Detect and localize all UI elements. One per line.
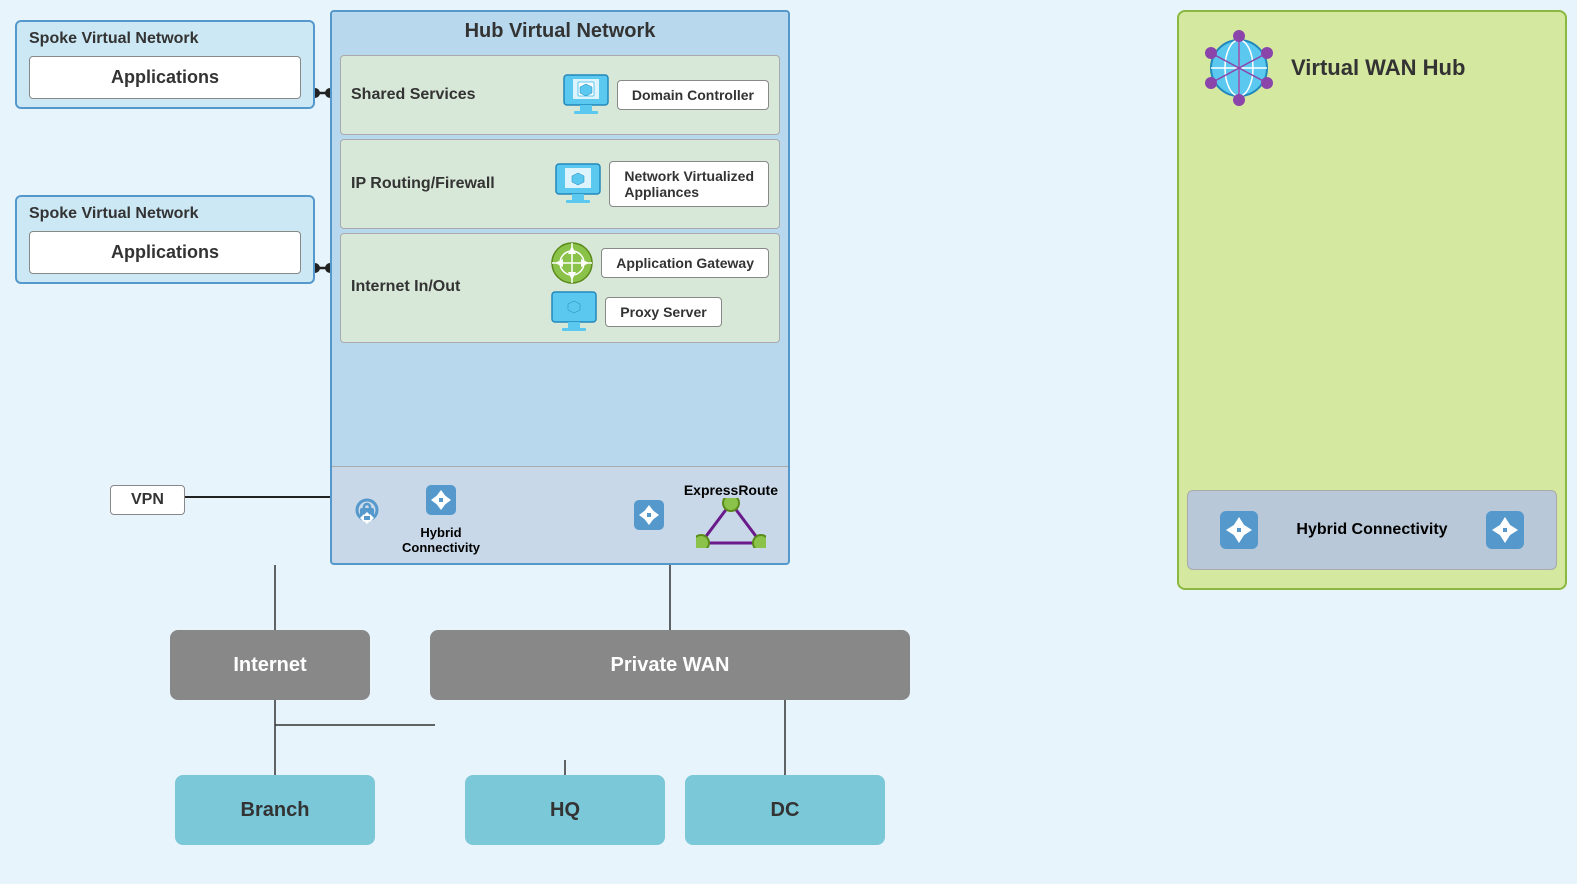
- vwan-title: Virtual WAN Hub: [1291, 55, 1465, 81]
- spoke1-app-label: Applications: [111, 67, 219, 87]
- vpn-label-box: VPN: [110, 485, 185, 515]
- private-wan-box: Private WAN: [430, 630, 910, 700]
- monitor-icon-2: [553, 162, 603, 206]
- expressroute-label: ExpressRoute: [684, 482, 778, 498]
- branch-label: Branch: [241, 799, 310, 822]
- vwan-hybrid-icon-right: [1478, 503, 1532, 557]
- dc-label: DC: [771, 799, 800, 822]
- spoke2-app-box: Applications: [29, 231, 301, 274]
- internet-inout-label: Internet In/Out: [351, 278, 545, 296]
- branch-node: Branch: [175, 775, 375, 845]
- spoke-network-1: Spoke Virtual Network Applications: [15, 20, 315, 109]
- expressroute-triangle: [696, 498, 766, 548]
- hybrid-conn-icon: [416, 475, 466, 525]
- hq-label: HQ: [550, 799, 580, 822]
- spoke2-app-label: Applications: [111, 242, 219, 262]
- dc-node: DC: [685, 775, 885, 845]
- proxy-server-item: Proxy Server: [605, 297, 721, 327]
- internet-box: Internet: [170, 630, 370, 700]
- app-gateway-icon: [549, 240, 595, 286]
- spoke2-title: Spoke Virtual Network: [29, 205, 301, 223]
- nva-label: Network VirtualizedAppliances: [624, 168, 754, 200]
- hub-title: Hub Virtual Network: [332, 12, 788, 51]
- nva-item: Network VirtualizedAppliances: [609, 161, 769, 207]
- proxy-server-label: Proxy Server: [620, 304, 706, 320]
- spoke-network-2: Spoke Virtual Network Applications: [15, 195, 315, 284]
- hub-hybrid-label: HybridConnectivity: [402, 525, 480, 555]
- domain-controller-item: Domain Controller: [617, 80, 769, 110]
- vwan-globe-icon: [1199, 28, 1279, 108]
- spoke1-app-box: Applications: [29, 56, 301, 99]
- monitor-icon-1: [561, 73, 611, 117]
- private-wan-label: Private WAN: [611, 654, 730, 677]
- internet-label: Internet: [233, 654, 306, 677]
- monitor-icon-3: [549, 290, 599, 334]
- ip-routing-row: IP Routing/Firewall Network VirtualizedA…: [340, 139, 780, 229]
- app-gateway-label: Application Gateway: [616, 255, 754, 271]
- domain-controller-label: Domain Controller: [632, 87, 754, 103]
- spoke1-title: Spoke Virtual Network: [29, 30, 301, 48]
- vwan-hybrid-label: Hybrid Connectivity: [1296, 521, 1447, 539]
- hybrid-icon-hub: [342, 490, 392, 540]
- vwan-hub: Virtual WAN Hub Hybrid Connectivity: [1177, 10, 1567, 590]
- vwan-hybrid-icon-left: [1212, 503, 1266, 557]
- expressroute-icon: [624, 490, 674, 540]
- shared-services-row: Shared Services Domain Controller: [340, 55, 780, 135]
- shared-services-label: Shared Services: [351, 86, 561, 104]
- internet-inout-row: Internet In/Out: [340, 233, 780, 343]
- hub-hybrid-row: HybridConnectivity ExpressRoute: [332, 466, 788, 563]
- ip-routing-label: IP Routing/Firewall: [351, 175, 553, 193]
- vpn-label: VPN: [131, 491, 164, 508]
- hq-node: HQ: [465, 775, 665, 845]
- hub-network: Hub Virtual Network Shared Services Doma…: [330, 10, 790, 565]
- app-gateway-item: Application Gateway: [601, 248, 769, 278]
